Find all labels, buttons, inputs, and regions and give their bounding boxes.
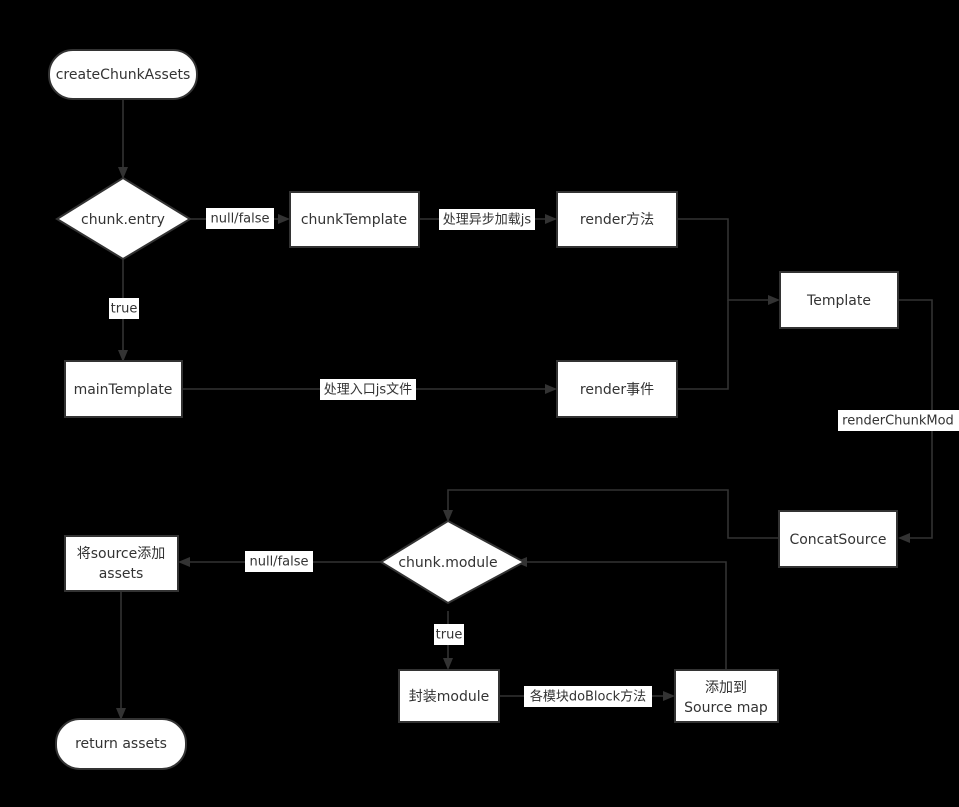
edge-concatsource-to-chunkmodule (443, 489, 779, 539)
template-label: Template (806, 293, 871, 309)
main-template-label: mainTemplate (74, 382, 173, 398)
edge-label-entry-null-false-text: null/false (210, 212, 269, 227)
return-assets-label: return assets (75, 736, 167, 752)
edge-label-module-null-false: null/false (245, 551, 313, 572)
edge-label-module-null-false-text: null/false (249, 555, 308, 570)
add-to-source-map-label-line1: 添加到 (705, 680, 747, 696)
node-chunk-module[interactable]: chunk.module (379, 519, 527, 605)
edge-addassets-to-returnassets (116, 591, 126, 720)
node-concat-source[interactable]: ConcatSource (778, 510, 898, 568)
edge-label-module-true: true (434, 624, 464, 645)
node-create-chunk-assets[interactable]: createChunkAssets (48, 49, 198, 100)
edge-label-async-js: 处理异步加载js (439, 209, 535, 230)
node-main-template[interactable]: mainTemplate (64, 360, 183, 418)
node-layer: createChunkAssets chunk.entry chunkTempl… (48, 49, 899, 770)
add-to-source-map-label-line2: Source map (684, 700, 768, 716)
edge-rendermethod-to-template (677, 218, 780, 305)
chunk-entry-label: chunk.entry (81, 212, 165, 228)
flowchart-canvas: createChunkAssets chunk.entry chunkTempl… (0, 0, 959, 807)
edge-layer (116, 99, 933, 720)
edge-label-do-block-text: 各模块doBlock方法 (530, 689, 646, 705)
flowchart-svg: createChunkAssets chunk.entry chunkTempl… (48, 49, 959, 770)
edge-label-async-js-text: 处理异步加载js (443, 213, 532, 228)
edge-label-entry-js-file-text: 处理入口js文件 (324, 383, 412, 398)
create-chunk-assets-label: createChunkAssets (56, 67, 191, 83)
edge-label-entry-js-file: 处理入口js文件 (320, 379, 416, 400)
node-render-method[interactable]: render方法 (556, 191, 678, 248)
node-return-assets[interactable]: return assets (55, 718, 187, 770)
edge-label-entry-null-false: null/false (206, 208, 274, 229)
edge-label-entry-true-text: true (111, 302, 138, 317)
edge-create-to-chunkentry (118, 99, 128, 179)
node-template[interactable]: Template (779, 271, 899, 329)
node-render-event[interactable]: render事件 (556, 360, 678, 418)
edge-label-render-chunk-modules-text: renderChunkMod (842, 414, 954, 429)
edge-label-module-true-text: true (436, 628, 463, 643)
package-module-label: 封装module (409, 689, 489, 705)
node-package-module[interactable]: 封装module (398, 669, 500, 723)
add-source-assets-shape[interactable] (64, 535, 179, 592)
edge-renderevent-to-template (677, 300, 729, 390)
edge-label-entry-true: true (109, 298, 139, 319)
edge-addsourcemap-to-chunkmodule (515, 557, 727, 670)
node-add-source-assets[interactable]: 将source添加 assets (64, 535, 179, 592)
chunk-template-label: chunkTemplate (301, 212, 407, 228)
add-source-assets-label-line1: 将source添加 (77, 546, 166, 562)
node-chunk-template[interactable]: chunkTemplate (289, 191, 420, 248)
render-method-label: render方法 (580, 212, 654, 228)
concat-source-label: ConcatSource (789, 532, 886, 548)
chunk-module-label: chunk.module (398, 555, 497, 571)
node-add-to-source-map[interactable]: 添加到 Source map (674, 669, 779, 723)
render-event-label: render事件 (580, 382, 654, 398)
edge-label-render-chunk-modules: renderChunkMod (838, 410, 959, 431)
node-chunk-entry[interactable]: chunk.entry (55, 176, 192, 261)
edge-label-do-block: 各模块doBlock方法 (524, 686, 652, 707)
add-source-assets-label-line2: assets (99, 566, 144, 582)
